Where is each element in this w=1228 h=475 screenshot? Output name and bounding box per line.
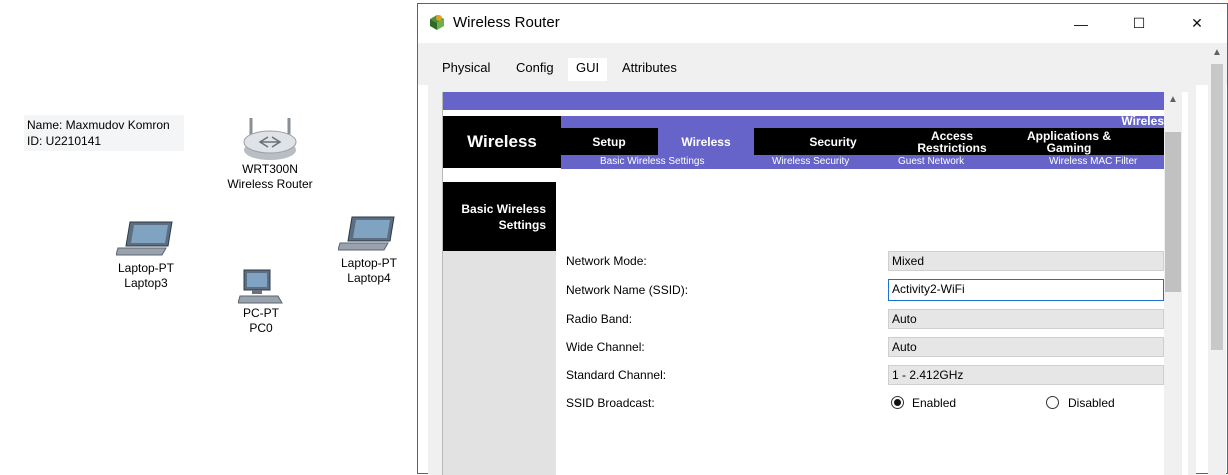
laptop3-name: Laptop3 <box>124 276 168 290</box>
standard-channel-select[interactable]: 1 - 2.412GHz <box>888 365 1164 385</box>
page-scroll-thumb[interactable] <box>1165 132 1181 292</box>
disabled-radio[interactable] <box>1046 396 1059 409</box>
laptop4-name: Laptop4 <box>347 271 391 285</box>
ssid-input[interactable]: Activity2-WiFi <box>888 279 1164 301</box>
network-mode-label: Network Mode: <box>566 254 647 268</box>
subnav-wireless-mac-filter[interactable]: Wireless MAC Filter <box>1049 155 1137 169</box>
dialog-scrollbar[interactable]: ▲ <box>1208 44 1226 475</box>
close-button[interactable]: ✕ <box>1174 4 1220 43</box>
pc-icon <box>238 269 283 304</box>
laptop-icon <box>116 221 173 256</box>
header-corner-label: Wireles <box>1121 114 1164 128</box>
top-banner <box>443 92 1164 110</box>
enabled-radio[interactable] <box>891 396 904 409</box>
maximize-button[interactable]: ☐ <box>1116 4 1162 43</box>
laptop-icon <box>338 216 395 251</box>
laptop3-model: Laptop-PT <box>117 261 175 275</box>
standard-channel-label: Standard Channel: <box>566 368 667 382</box>
ssid-broadcast-label: SSID Broadcast: <box>566 396 655 410</box>
subnav-guest-network[interactable]: Guest Network <box>898 155 964 169</box>
router-type: Wireless Router <box>227 177 313 191</box>
wireless-router-dialog: Wireless Router — ☐ ✕ Physical Config GU… <box>417 3 1228 475</box>
packet-tracer-icon <box>430 15 444 30</box>
dialog-scroll-thumb[interactable] <box>1211 64 1223 350</box>
laptop4-device[interactable]: Laptop-PT Laptop4 <box>332 215 406 287</box>
dialog-scroll-up-icon[interactable]: ▲ <box>1212 47 1222 58</box>
router-device-label: WRT300N Wireless Router <box>222 162 318 192</box>
network-mode-select[interactable]: Mixed <box>888 251 1164 271</box>
subnav-basic-wireless-settings[interactable]: Basic Wireless Settings <box>600 155 704 169</box>
wide-channel-select[interactable]: Auto <box>888 337 1164 357</box>
wireless-router-icon <box>243 118 297 160</box>
nav-security[interactable]: Security <box>771 128 895 155</box>
nav-access-restrictions[interactable]: Access Restrictions <box>897 128 1007 155</box>
main-nav: Setup Wireless Security Access Restricti… <box>561 128 1164 155</box>
radio-band-label: Radio Band: <box>566 312 633 326</box>
laptop3-label: Laptop-PT Laptop3 <box>108 261 184 291</box>
laptop4-label: Laptop-PT Laptop4 <box>332 256 406 286</box>
nav-wireless[interactable]: Wireless <box>658 128 754 155</box>
scroll-up-icon[interactable]: ▲ <box>1168 94 1178 105</box>
section-title: Basic Wireless Settings <box>443 182 556 251</box>
pc0-model: PC-PT <box>243 306 279 320</box>
title-bar[interactable]: Wireless Router — ☐ ✕ <box>418 4 1227 43</box>
tab-physical[interactable]: Physical <box>434 58 498 82</box>
minimize-button[interactable]: — <box>1058 4 1104 43</box>
pc0-label: PC-PT PC0 <box>226 306 296 336</box>
radio-band-select[interactable]: Auto <box>888 309 1164 329</box>
nav-applications-gaming[interactable]: Applications & Gaming <box>1007 128 1131 155</box>
pc0-name: PC0 <box>249 321 273 335</box>
note-id-line: ID: U2210141 <box>27 134 102 148</box>
brand-header: Wireless <box>443 116 561 168</box>
pc0-device[interactable]: PC-PT PC0 <box>226 268 296 340</box>
page-scrollbar[interactable]: ▲ <box>1164 92 1182 475</box>
window-title: Wireless Router <box>453 14 560 31</box>
name-note[interactable]: Name: Maxmudov Komron ID: U2210141 <box>24 115 184 151</box>
note-name-line: Name: Maxmudov Komron <box>27 118 170 132</box>
nav-setup[interactable]: Setup <box>569 128 649 155</box>
tab-attributes[interactable]: Attributes <box>614 58 685 82</box>
tab-config[interactable]: Config <box>508 58 562 82</box>
left-column <box>443 251 556 475</box>
sub-nav: Basic Wireless Settings Wireless Securit… <box>561 155 1164 169</box>
wide-channel-label: Wide Channel: <box>566 340 645 354</box>
subnav-wireless-security[interactable]: Wireless Security <box>772 155 849 169</box>
header-band: Wireles <box>561 114 1164 128</box>
router-model: WRT300N <box>242 162 298 176</box>
enabled-radio-label: Enabled <box>912 396 957 410</box>
disabled-radio-label: Disabled <box>1068 396 1115 410</box>
laptop4-model: Laptop-PT <box>340 256 398 270</box>
laptop3-device[interactable]: Laptop-PT Laptop3 <box>108 220 184 292</box>
ssid-label: Network Name (SSID): <box>566 283 689 297</box>
router-device[interactable]: WRT300N Wireless Router <box>222 112 318 194</box>
